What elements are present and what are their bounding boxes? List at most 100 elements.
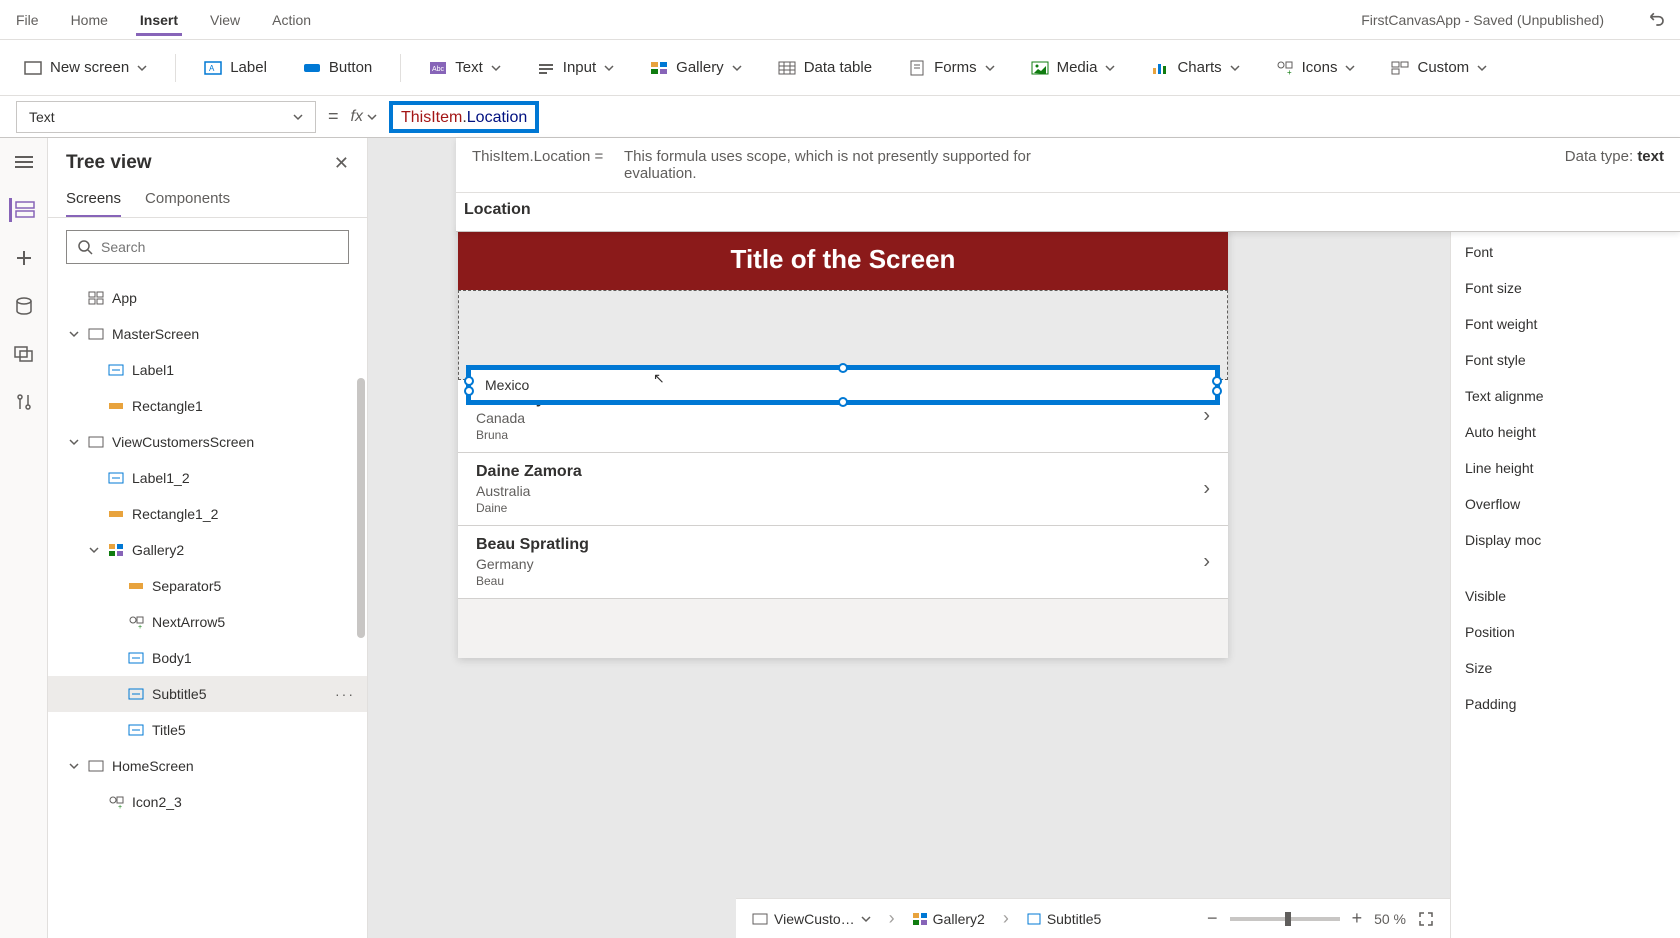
gallery-button[interactable]: Gallery xyxy=(642,53,750,83)
button-button[interactable]: Button xyxy=(295,53,380,83)
tree-item-homescreen[interactable]: HomeScreen xyxy=(48,748,367,784)
expand-chevron-icon[interactable] xyxy=(68,761,80,771)
property-row-font[interactable]: Font xyxy=(1465,234,1666,270)
tree-scrollbar[interactable] xyxy=(357,378,365,638)
zoom-in-button[interactable]: + xyxy=(1352,908,1363,929)
tree-item-label1[interactable]: Label1 xyxy=(48,352,367,388)
property-row-displaymoc[interactable]: Display moc xyxy=(1465,522,1666,558)
tree-item-masterscreen[interactable]: MasterScreen xyxy=(48,316,367,352)
tree-item-nextarrow5[interactable]: +NextArrow5 xyxy=(48,604,367,640)
tree-item-icon23[interactable]: +Icon2_3 xyxy=(48,784,367,820)
property-selector[interactable]: Text xyxy=(16,101,316,133)
tab-components[interactable]: Components xyxy=(145,182,230,217)
icons-button[interactable]: + Icons xyxy=(1268,53,1364,83)
fx-icon[interactable]: fx xyxy=(351,108,377,126)
custom-button[interactable]: Custom xyxy=(1383,53,1495,83)
resize-handle[interactable] xyxy=(464,376,474,386)
formula-hint-bar: ThisItem.Location = This formula uses sc… xyxy=(456,138,1680,232)
zoom-slider[interactable] xyxy=(1230,917,1340,921)
property-selector-value: Text xyxy=(29,109,55,125)
rail-hamburger[interactable] xyxy=(12,150,36,174)
property-row-lineheight[interactable]: Line height xyxy=(1465,450,1666,486)
tree-item-rectangle12[interactable]: Rectangle1_2 xyxy=(48,496,367,532)
expand-chevron-icon[interactable] xyxy=(68,437,80,447)
rail-advanced[interactable] xyxy=(12,390,36,414)
charts-button[interactable]: Charts xyxy=(1143,53,1247,83)
undo-icon[interactable] xyxy=(1648,10,1668,30)
fit-to-screen-icon[interactable] xyxy=(1418,911,1434,927)
datatable-button[interactable]: Data table xyxy=(770,53,880,83)
tree-item-subtitle5[interactable]: Subtitle5··· xyxy=(48,676,367,712)
menu-home[interactable]: Home xyxy=(67,4,112,36)
rail-insert[interactable] xyxy=(12,246,36,270)
formula-input[interactable]: ThisItem.Location xyxy=(401,107,527,126)
text-button[interactable]: Abc Text xyxy=(421,53,509,83)
tree-item-separator5[interactable]: Separator5 xyxy=(48,568,367,604)
resize-handle[interactable] xyxy=(464,386,474,396)
label-button[interactable]: A Label xyxy=(196,53,275,83)
gallery-item[interactable]: Daine ZamoraAustraliaDaine› xyxy=(458,453,1228,526)
resize-handle[interactable] xyxy=(838,363,848,373)
resize-handle[interactable] xyxy=(1212,376,1222,386)
zoom-out-button[interactable]: − xyxy=(1207,908,1218,929)
breadcrumb-gallery[interactable]: Gallery2 xyxy=(913,911,985,927)
input-button[interactable]: Input xyxy=(529,53,622,83)
resize-handle[interactable] xyxy=(1212,386,1222,396)
property-row-position[interactable]: Position xyxy=(1465,614,1666,650)
breadcrumb-screen[interactable]: ViewCusto… xyxy=(752,911,871,927)
property-row-fontsize[interactable]: Font size xyxy=(1465,270,1666,306)
resize-handle[interactable] xyxy=(838,397,848,407)
property-row-padding[interactable]: Padding xyxy=(1465,686,1666,722)
close-icon[interactable]: ✕ xyxy=(334,153,349,174)
tree-item-label12[interactable]: Label1_2 xyxy=(48,460,367,496)
tab-screens[interactable]: Screens xyxy=(66,182,121,217)
gallery-item[interactable]: Beau SpratlingGermanyBeau› xyxy=(458,526,1228,599)
next-arrow-icon[interactable]: › xyxy=(1203,478,1210,501)
rail-media[interactable] xyxy=(12,342,36,366)
tree-search-input[interactable] xyxy=(101,239,338,255)
next-arrow-icon[interactable]: › xyxy=(1203,405,1210,428)
next-arrow-icon[interactable]: › xyxy=(1203,551,1210,574)
menu-file[interactable]: File xyxy=(12,4,43,36)
selected-subtitle-control[interactable]: Mexico xyxy=(466,365,1220,405)
canvas-area[interactable]: Title of the Screen x Mexico ↖ Bruna Lyl… xyxy=(368,138,1450,938)
rail-data[interactable] xyxy=(12,294,36,318)
charts-label: Charts xyxy=(1177,59,1221,76)
tree-item-gallery2[interactable]: Gallery2 xyxy=(48,532,367,568)
zoom-slider-thumb[interactable] xyxy=(1285,912,1291,926)
forms-button[interactable]: Forms xyxy=(900,53,1003,83)
menu-insert[interactable]: Insert xyxy=(136,4,182,36)
breadcrumb-bar: ViewCusto… › Gallery2 › Subtitle5 − + 50… xyxy=(736,898,1450,938)
tree-item-viewcustomersscreen[interactable]: ViewCustomersScreen xyxy=(48,424,367,460)
tree-search-box[interactable] xyxy=(66,230,349,264)
property-row-overflow[interactable]: Overflow xyxy=(1465,486,1666,522)
breadcrumb-subtitle[interactable]: Subtitle5 xyxy=(1027,911,1101,927)
expand-chevron-icon[interactable] xyxy=(88,545,100,555)
more-icon[interactable]: ··· xyxy=(335,686,355,702)
label-icon: A xyxy=(204,59,222,77)
menu-view[interactable]: View xyxy=(206,4,244,36)
rail-tree-view[interactable] xyxy=(9,198,36,222)
chevron-down-icon xyxy=(1345,63,1355,73)
property-row-autoheight[interactable]: Auto height xyxy=(1465,414,1666,450)
tree-item-label: Label1_2 xyxy=(132,470,190,486)
property-row-size[interactable]: Size xyxy=(1465,650,1666,686)
tree-item-label: NextArrow5 xyxy=(152,614,225,630)
property-row-fontweight[interactable]: Font weight xyxy=(1465,306,1666,342)
tree-item-body1[interactable]: Body1 xyxy=(48,640,367,676)
property-row-visible[interactable]: Visible xyxy=(1465,578,1666,614)
tree-item-app[interactable]: App xyxy=(48,280,367,316)
tree-item-rectangle1[interactable]: Rectangle1 xyxy=(48,388,367,424)
media-button[interactable]: Media xyxy=(1023,53,1124,83)
label-icon xyxy=(108,362,124,378)
new-screen-button[interactable]: New screen xyxy=(16,53,155,83)
menu-action[interactable]: Action xyxy=(268,4,315,36)
property-row-fontstyle[interactable]: Font style xyxy=(1465,342,1666,378)
svg-text:A: A xyxy=(209,64,215,73)
rect-icon xyxy=(128,578,144,594)
tree-item-title5[interactable]: Title5 xyxy=(48,712,367,748)
new-screen-label: New screen xyxy=(50,59,129,76)
gallery-item-title: Beau Spratling xyxy=(476,536,1210,554)
property-row-textalignme[interactable]: Text alignme xyxy=(1465,378,1666,414)
expand-chevron-icon[interactable] xyxy=(68,329,80,339)
